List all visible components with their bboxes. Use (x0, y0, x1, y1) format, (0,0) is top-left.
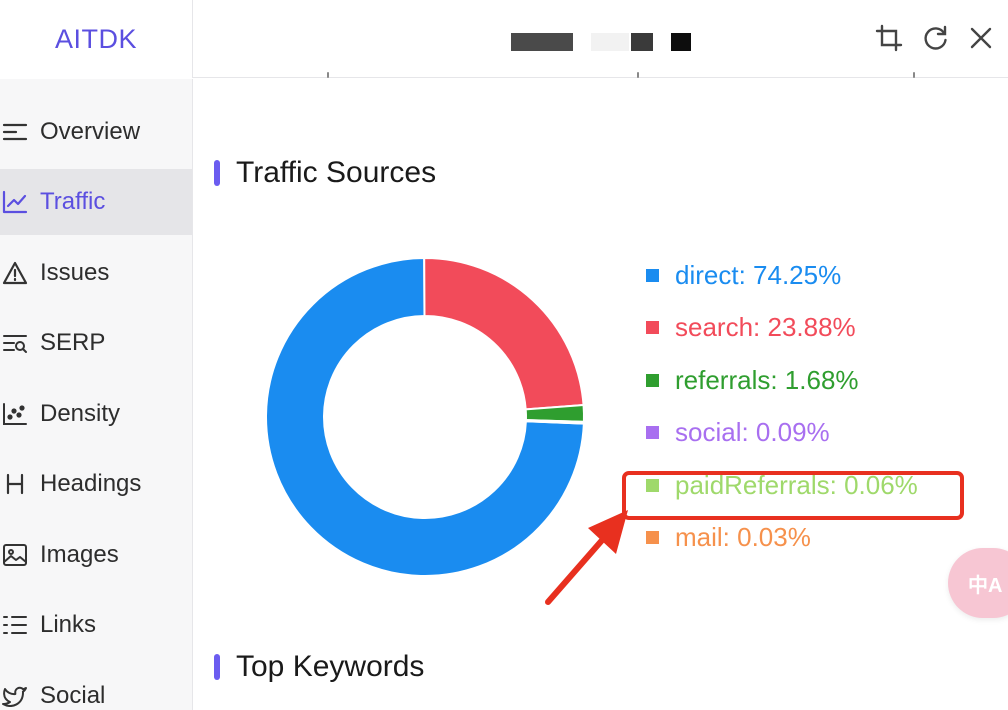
sidebar-item-images[interactable]: Images (0, 522, 192, 588)
line-chart-icon (2, 189, 28, 215)
sidebar-item-label: Images (40, 541, 119, 568)
legend-label: direct: 74.25% (675, 260, 842, 290)
legend-swatch (646, 373, 659, 387)
heading-icon (2, 471, 28, 497)
redacted-site-name (631, 33, 653, 51)
sidebar-item-label: Traffic (40, 188, 106, 215)
legend-item-direct[interactable]: direct: 74.25% (646, 260, 841, 291)
section-accent-bar (214, 160, 220, 186)
sidebar-item-label: Overview (40, 118, 141, 145)
refresh-icon[interactable] (920, 22, 950, 54)
sidebar-item-traffic[interactable]: Traffic (0, 169, 192, 235)
image-icon (2, 542, 28, 568)
redacted-site-name (591, 33, 629, 51)
scatter-icon (2, 401, 28, 427)
redacted-site-name (671, 33, 691, 51)
sidebar-item-issues[interactable]: Issues (0, 240, 192, 306)
legend-swatch (646, 426, 659, 440)
brand-logo[interactable]: AITDK (0, 0, 193, 78)
twitter-icon (2, 683, 28, 709)
sidebar-item-label: Issues (40, 259, 110, 286)
legend-item-referrals[interactable]: referrals: 1.68% (646, 365, 859, 396)
app-name: AITDK (54, 23, 137, 54)
legend-item-search[interactable]: search: 23.88% (646, 312, 856, 343)
annotation-highlight-box (622, 471, 964, 520)
legend-label: mail: 0.03% (675, 522, 811, 552)
sidebar-item-label: Social (40, 682, 106, 709)
sidebar-item-label: Links (40, 611, 97, 638)
sidebar-item-serp[interactable]: SERP (0, 310, 192, 376)
crop-icon[interactable] (874, 22, 904, 54)
legend-label: social: 0.09% (675, 417, 830, 448)
sidebar-item-overview[interactable]: Overview (0, 99, 192, 165)
overview-lines-icon (2, 119, 28, 145)
sidebar-item-headings[interactable]: Headings (0, 451, 192, 517)
translate-icon: 中A (968, 574, 1003, 597)
sidebar: Overview Traffic Issues SERP Density Hea… (0, 79, 193, 710)
translate-button[interactable]: 中A (948, 548, 1008, 618)
legend-swatch (646, 269, 659, 282)
legend-swatch (646, 321, 659, 335)
traffic-sources-heading: Traffic Sources (214, 156, 436, 190)
sidebar-item-label: Headings (40, 470, 142, 497)
warning-icon (2, 260, 28, 286)
redacted-site-name (511, 33, 573, 51)
donut-slice-search[interactable] (423, 257, 585, 411)
legend-label: search: 23.88% (675, 312, 856, 343)
traffic-sources-donut-chart (265, 256, 585, 577)
sidebar-item-links[interactable]: Links (0, 592, 192, 658)
legend-item-social[interactable]: social: 0.09% (646, 417, 830, 448)
list-links-icon (2, 612, 28, 638)
legend-label: referrals: 1.68% (675, 364, 859, 395)
section-accent-bar (214, 654, 220, 680)
section-title: Traffic Sources (236, 156, 437, 189)
annotation-arrow (545, 510, 628, 605)
sidebar-item-label: SERP (40, 329, 106, 356)
sidebar-item-social[interactable]: Social (0, 663, 192, 710)
section-title: Top Keywords (236, 650, 425, 683)
sidebar-item-density[interactable]: Density (0, 381, 192, 447)
top-keywords-heading: Top Keywords (214, 650, 424, 684)
legend-swatch (646, 531, 659, 544)
sidebar-item-label: Density (40, 400, 121, 427)
header-tools (874, 22, 996, 54)
legend-item-mail[interactable]: mail: 0.03% (646, 522, 811, 553)
close-icon[interactable] (966, 22, 996, 54)
header-bar (193, 0, 1008, 78)
serp-search-icon (2, 330, 28, 356)
